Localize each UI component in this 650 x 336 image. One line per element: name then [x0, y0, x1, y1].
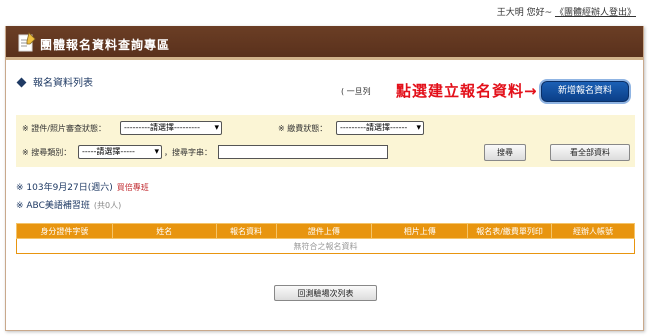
user-greeting: 王大明 您好~ 《團體經辦人登出》 — [497, 5, 636, 18]
cert-status-select[interactable]: ---------請選擇--------- — [120, 121, 222, 135]
top-bar: 王大明 您好~ 《團體經辦人登出》 — [0, 0, 650, 22]
greeting-text: 王大明 您好~ — [496, 8, 553, 18]
class-name-text: ※ ABC美語補習班 — [16, 201, 90, 211]
fee-status-label: ※ 繳費狀態： — [278, 124, 328, 133]
diamond-bullet-icon — [16, 77, 27, 87]
search-button[interactable]: 搜尋 — [484, 144, 526, 161]
panel-header: 團體報名資料查詢專區 — [6, 26, 643, 60]
filter-panel: ※ 證件/照片審查狀態： ---------請選擇--------- ※ 繳費狀… — [16, 115, 635, 167]
cert-status-label: ※ 證件/照片審查狀態： — [22, 124, 106, 133]
class-name: ※ ABC美語補習班 (共0人) — [16, 198, 121, 211]
col-name: 姓名 — [111, 223, 217, 239]
search-type-select[interactable]: -----請選擇----- — [78, 145, 162, 159]
logout-link[interactable]: 《團體經辦人登出》 — [555, 8, 636, 18]
section-title-text: 報名資料列表 — [33, 78, 93, 89]
class-count: (共0人) — [93, 201, 122, 210]
back-to-sessions-button[interactable]: 回測驗場次列表 — [274, 285, 377, 301]
col-handler-account: 經辦人帳號 — [551, 223, 635, 239]
session-date: ※ 103年9月27日(週六) 買倍專班 — [16, 180, 149, 193]
col-id-number: 身分證件字號 — [16, 223, 113, 239]
search-type-label: ※ 搜尋類別： — [22, 148, 72, 157]
filter-row-status: ※ 證件/照片審查狀態： ---------請選擇--------- ※ 繳費狀… — [22, 121, 622, 137]
edit-icon — [18, 32, 36, 52]
main-panel: 團體報名資料查詢專區 報名資料列表 ( 一旦列 點選建立報名資料→ 新增報名資料… — [5, 26, 644, 331]
empty-message: 無符合之報名資料 — [16, 238, 635, 254]
callout-annotation: 點選建立報名資料→ — [396, 82, 538, 100]
session-date-text: ※ 103年9月27日(週六) — [16, 183, 113, 193]
show-all-button[interactable]: 看全部資料 — [550, 144, 630, 161]
col-photo-upload: 相片上傳 — [371, 223, 469, 239]
col-registration-data: 報名資料 — [215, 223, 277, 239]
registration-table: 身分證件字號 姓名 報名資料 證件上傳 相片上傳 報名表/繳費單列印 經辦人帳號… — [16, 223, 635, 254]
new-registration-button[interactable]: 新增報名資料 — [541, 81, 629, 102]
session-tag: 買倍專班 — [116, 183, 149, 192]
page-title: 團體報名資料查詢專區 — [40, 38, 171, 52]
keyword-input[interactable] — [218, 145, 388, 159]
col-document-upload: 證件上傳 — [275, 223, 373, 239]
hint-text: ( 一旦列 — [341, 87, 371, 96]
table-row: 無符合之報名資料 — [16, 238, 635, 254]
filter-row-search: ※ 搜尋類別： -----請選擇----- ，搜尋字串： 搜尋 看全部資料 — [22, 144, 634, 161]
keyword-label: ，搜尋字串： — [164, 148, 212, 157]
col-print-forms: 報名表/繳費單列印 — [467, 223, 553, 239]
table-header-row: 身分證件字號 姓名 報名資料 證件上傳 相片上傳 報名表/繳費單列印 經辦人帳號 — [16, 223, 635, 239]
section-title: 報名資料列表 — [16, 74, 93, 89]
fee-status-select[interactable]: ---------請選擇------ — [336, 121, 424, 135]
